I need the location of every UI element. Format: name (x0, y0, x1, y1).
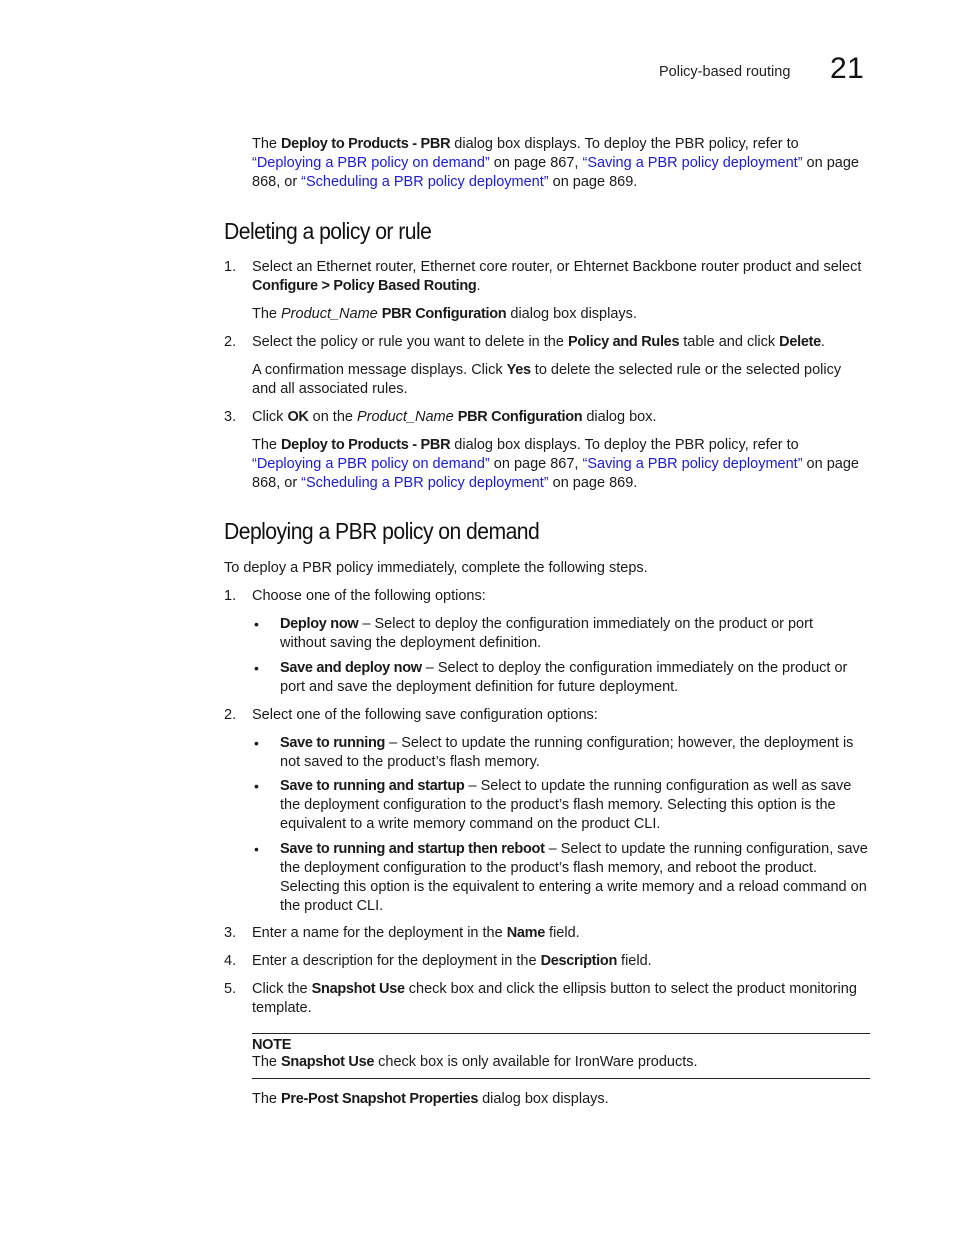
note-top-rule (252, 1033, 870, 1034)
cross-reference-link[interactable]: “Deploying a PBR policy on demand” (252, 155, 490, 171)
text-run: dialog box displays. (506, 306, 637, 322)
text-run: table and click (679, 334, 780, 350)
text-run: Select an Ethernet router, Ethernet core… (252, 259, 862, 275)
ui-term: Configure > Policy Based Routing (252, 278, 477, 294)
step-3-result: The Deploy to Products - PBR dialog box … (252, 436, 872, 493)
text-run: Click (252, 409, 288, 425)
text-run: Choose one of the following options: (252, 588, 486, 604)
ui-term: Delete (779, 334, 821, 350)
ui-term: PBR Configuration (381, 306, 507, 322)
text-run: dialog box displays. To deploy the PBR p… (450, 437, 799, 453)
step-number: 1. (224, 259, 237, 275)
text-run: dialog box. (582, 409, 657, 425)
text-run: dialog box displays. To deploy the PBR p… (450, 136, 799, 152)
bullet-icon: • (254, 616, 259, 632)
cross-reference-link[interactable]: “Deploying a PBR policy on demand” (252, 456, 490, 472)
bullet-icon: • (254, 660, 259, 676)
text-run: Select the policy or rule you want to de… (252, 334, 568, 350)
ui-term: Name (506, 925, 546, 941)
cross-reference-link[interactable]: “Scheduling a PBR policy deployment” (301, 174, 548, 190)
ui-term: Deploy to Products - PBR (281, 136, 451, 152)
bullet-text: Save to running and startup – Select to … (280, 777, 868, 834)
ui-term: Pre-Post Snapshot Properties (281, 1091, 479, 1107)
ui-term: Deploy now (280, 616, 359, 632)
text-run: The (252, 437, 282, 453)
step-text: Click the Snapshot Use check box and cli… (252, 980, 872, 1018)
text-run: dialog box displays. (478, 1091, 609, 1107)
bullet-icon: • (254, 841, 259, 857)
step-number: 1. (224, 588, 237, 604)
text-run: The (252, 1091, 282, 1107)
section-intro: To deploy a PBR policy immediately, comp… (224, 559, 874, 578)
ui-term: OK (287, 409, 309, 425)
step-text: Choose one of the following options: (252, 587, 872, 606)
step-number: 2. (224, 334, 237, 350)
step-2-result: A confirmation message displays. Click Y… (252, 361, 857, 399)
text-run: The (252, 1054, 282, 1070)
section-heading-deploying: Deploying a PBR policy on demand (224, 518, 540, 544)
text-run: on the (308, 409, 357, 425)
text-run: field. (617, 953, 652, 969)
note-text: The Snapshot Use check box is only avail… (252, 1053, 870, 1072)
ui-term: Snapshot Use (311, 981, 405, 997)
text-run: The (252, 136, 282, 152)
placeholder-term: Product_Name (356, 409, 454, 425)
text-run: A confirmation message displays. Click (252, 362, 507, 378)
step-text: Enter a name for the deployment in the N… (252, 924, 872, 943)
ui-term: Policy and Rules (567, 334, 680, 350)
section-heading-deleting: Deleting a policy or rule (224, 218, 432, 244)
bullet-icon: • (254, 735, 259, 751)
ui-term: Save to running (280, 735, 386, 751)
running-header-chapter-title: Policy-based routing (659, 64, 791, 80)
text-run: Select one of the following save configu… (252, 707, 598, 723)
bullet-text: Save to running – Select to update the r… (280, 734, 874, 772)
cross-reference-link[interactable]: “Saving a PBR policy deployment” (583, 155, 803, 171)
step-number: 3. (224, 409, 237, 425)
chapter-number: 21 (830, 52, 865, 85)
intro-paragraph: The Deploy to Products - PBR dialog box … (252, 135, 872, 192)
text-run: on page 867, (489, 456, 583, 472)
step-number: 2. (224, 707, 237, 723)
text-run: field. (545, 925, 580, 941)
step-text: Enter a description for the deployment i… (252, 952, 872, 971)
bullet-text: Deploy now – Select to deploy the config… (280, 615, 840, 653)
ui-term: Deploy to Products - PBR (281, 437, 451, 453)
step-text: Select an Ethernet router, Ethernet core… (252, 258, 872, 296)
text-run: . (476, 278, 481, 294)
ui-term: PBR Configuration (457, 409, 583, 425)
text-run: – Select to deploy the configuration imm… (280, 616, 813, 651)
ui-term: Save to running and startup (280, 778, 465, 794)
cross-reference-link[interactable]: “Scheduling a PBR policy deployment” (301, 475, 548, 491)
text-run: Click the (252, 981, 312, 997)
text-run: The (252, 306, 282, 322)
text-run: on page 867, (489, 155, 583, 171)
ui-term: Save and deploy now (280, 660, 422, 676)
text-run: on page 869. (548, 475, 638, 491)
text-run: Enter a name for the deployment in the (252, 925, 507, 941)
step-number: 4. (224, 953, 237, 969)
text-run: check box is only available for IronWare… (374, 1054, 698, 1070)
bullet-icon: • (254, 778, 259, 794)
cross-reference-link[interactable]: “Saving a PBR policy deployment” (583, 456, 803, 472)
ui-term: Snapshot Use (281, 1054, 375, 1070)
text-run: To deploy a PBR policy immediately, comp… (224, 560, 648, 576)
bullet-text: Save and deploy now – Select to deploy t… (280, 659, 870, 697)
text-run: on page 869. (548, 174, 638, 190)
step-text: Click OK on the Product_Name PBR Configu… (252, 408, 872, 427)
text-run: . (820, 334, 825, 350)
text-run: Enter a description for the deployment i… (252, 953, 541, 969)
note-bottom-rule (252, 1078, 870, 1079)
step-text: Select one of the following save configu… (252, 706, 872, 725)
ui-term: Yes (506, 362, 531, 378)
placeholder-term: Product_Name (281, 306, 378, 322)
bullet-text: Save to running and startup then reboot … (280, 840, 874, 916)
step-text: Select the policy or rule you want to de… (252, 333, 872, 352)
step-1-result: The Product_Name PBR Configuration dialo… (252, 305, 872, 324)
ui-term: Description (540, 953, 618, 969)
ui-term: Save to running and startup then reboot (280, 841, 545, 857)
step-5-result: The Pre-Post Snapshot Properties dialog … (252, 1090, 872, 1109)
step-number: 3. (224, 925, 237, 941)
step-number: 5. (224, 981, 237, 997)
